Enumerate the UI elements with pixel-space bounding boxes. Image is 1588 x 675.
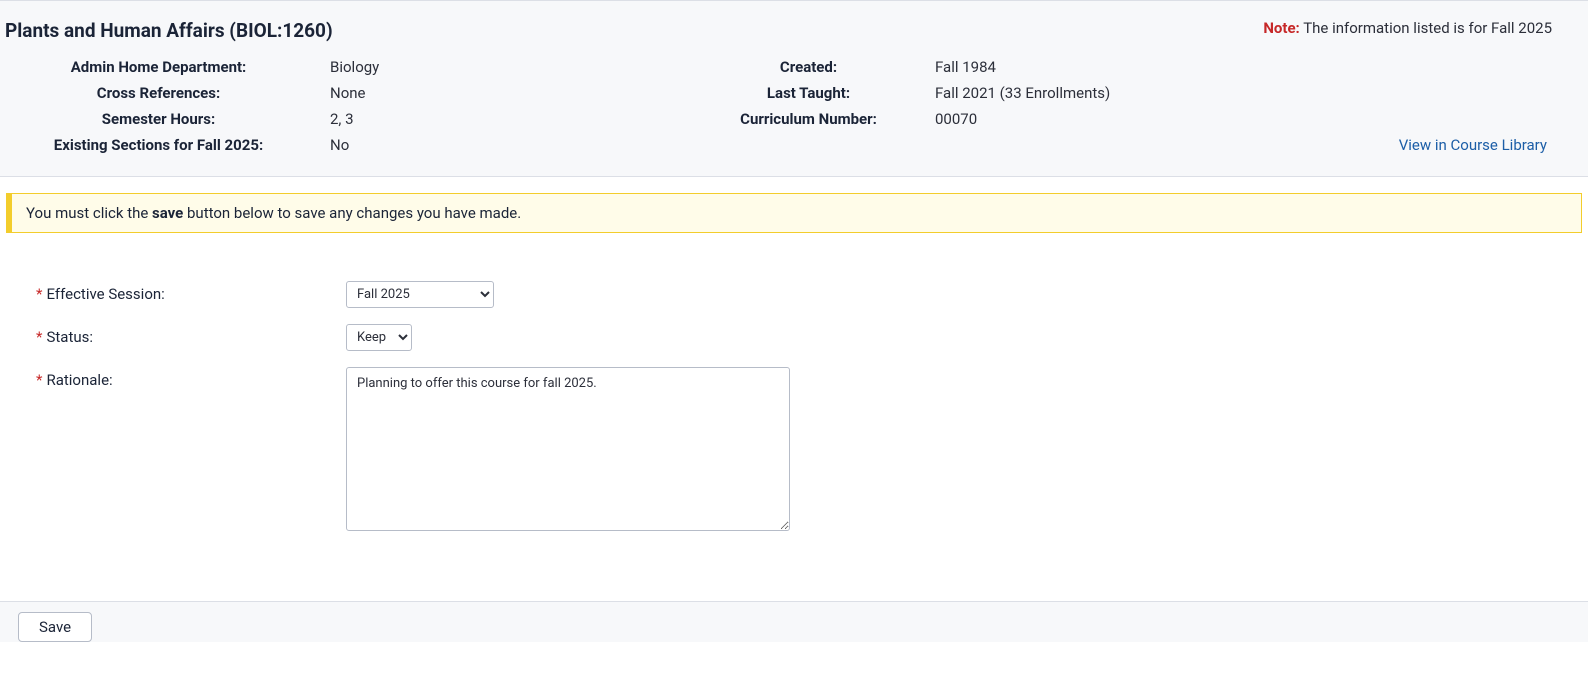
alert-pre-text: You must click the xyxy=(26,204,152,222)
course-info-panel: Note: The information listed is for Fall… xyxy=(0,0,1588,177)
note-body: The information listed is for Fall 2025 xyxy=(1303,19,1552,37)
required-marker: * xyxy=(36,371,42,389)
created-label: Created: xyxy=(700,58,935,76)
rationale-label: *Rationale: xyxy=(36,367,346,389)
effective-session-select[interactable]: Fall 2025 xyxy=(346,281,494,308)
save-button[interactable]: Save xyxy=(18,612,92,642)
rationale-row: *Rationale: xyxy=(36,367,1582,535)
footer-panel: Save xyxy=(0,601,1588,642)
sem-hours-label: Semester Hours: xyxy=(5,110,330,128)
required-marker: * xyxy=(36,328,42,346)
effective-session-row: *Effective Session: Fall 2025 xyxy=(36,281,1582,308)
existing-sections-value: No xyxy=(330,136,700,154)
last-taught-value: Fall 2021 (33 Enrollments) xyxy=(935,84,1583,102)
rationale-textarea[interactable] xyxy=(346,367,790,531)
created-value: Fall 1984 xyxy=(935,58,1583,76)
admin-dept-value: Biology xyxy=(330,58,700,76)
required-marker: * xyxy=(36,285,42,303)
course-info-grid: Admin Home Department: Biology Created: … xyxy=(5,58,1583,154)
unsaved-changes-alert: You must click the save button below to … xyxy=(6,193,1582,233)
curriculum-num-value: 00070 xyxy=(935,110,1583,128)
last-taught-label: Last Taught: xyxy=(700,84,935,102)
status-select[interactable]: Keep xyxy=(346,324,412,351)
cross-ref-label: Cross References: xyxy=(5,84,330,102)
cross-ref-value: None xyxy=(330,84,700,102)
curriculum-num-label: Curriculum Number: xyxy=(700,110,935,128)
sem-hours-value: 2, 3 xyxy=(330,110,700,128)
info-note: Note: The information listed is for Fall… xyxy=(1263,19,1552,37)
existing-sections-label: Existing Sections for Fall 2025: xyxy=(5,136,330,154)
alert-save-word: save xyxy=(152,204,183,222)
status-label: *Status: xyxy=(36,324,346,346)
view-in-course-library-link[interactable]: View in Course Library xyxy=(935,136,1583,154)
note-label: Note: xyxy=(1263,19,1299,37)
admin-dept-label: Admin Home Department: xyxy=(5,58,330,76)
status-row: *Status: Keep xyxy=(36,324,1582,351)
effective-session-label: *Effective Session: xyxy=(36,281,346,303)
form-area: *Effective Session: Fall 2025 *Status: K… xyxy=(0,233,1588,601)
alert-post-text: button below to save any changes you hav… xyxy=(183,204,521,222)
